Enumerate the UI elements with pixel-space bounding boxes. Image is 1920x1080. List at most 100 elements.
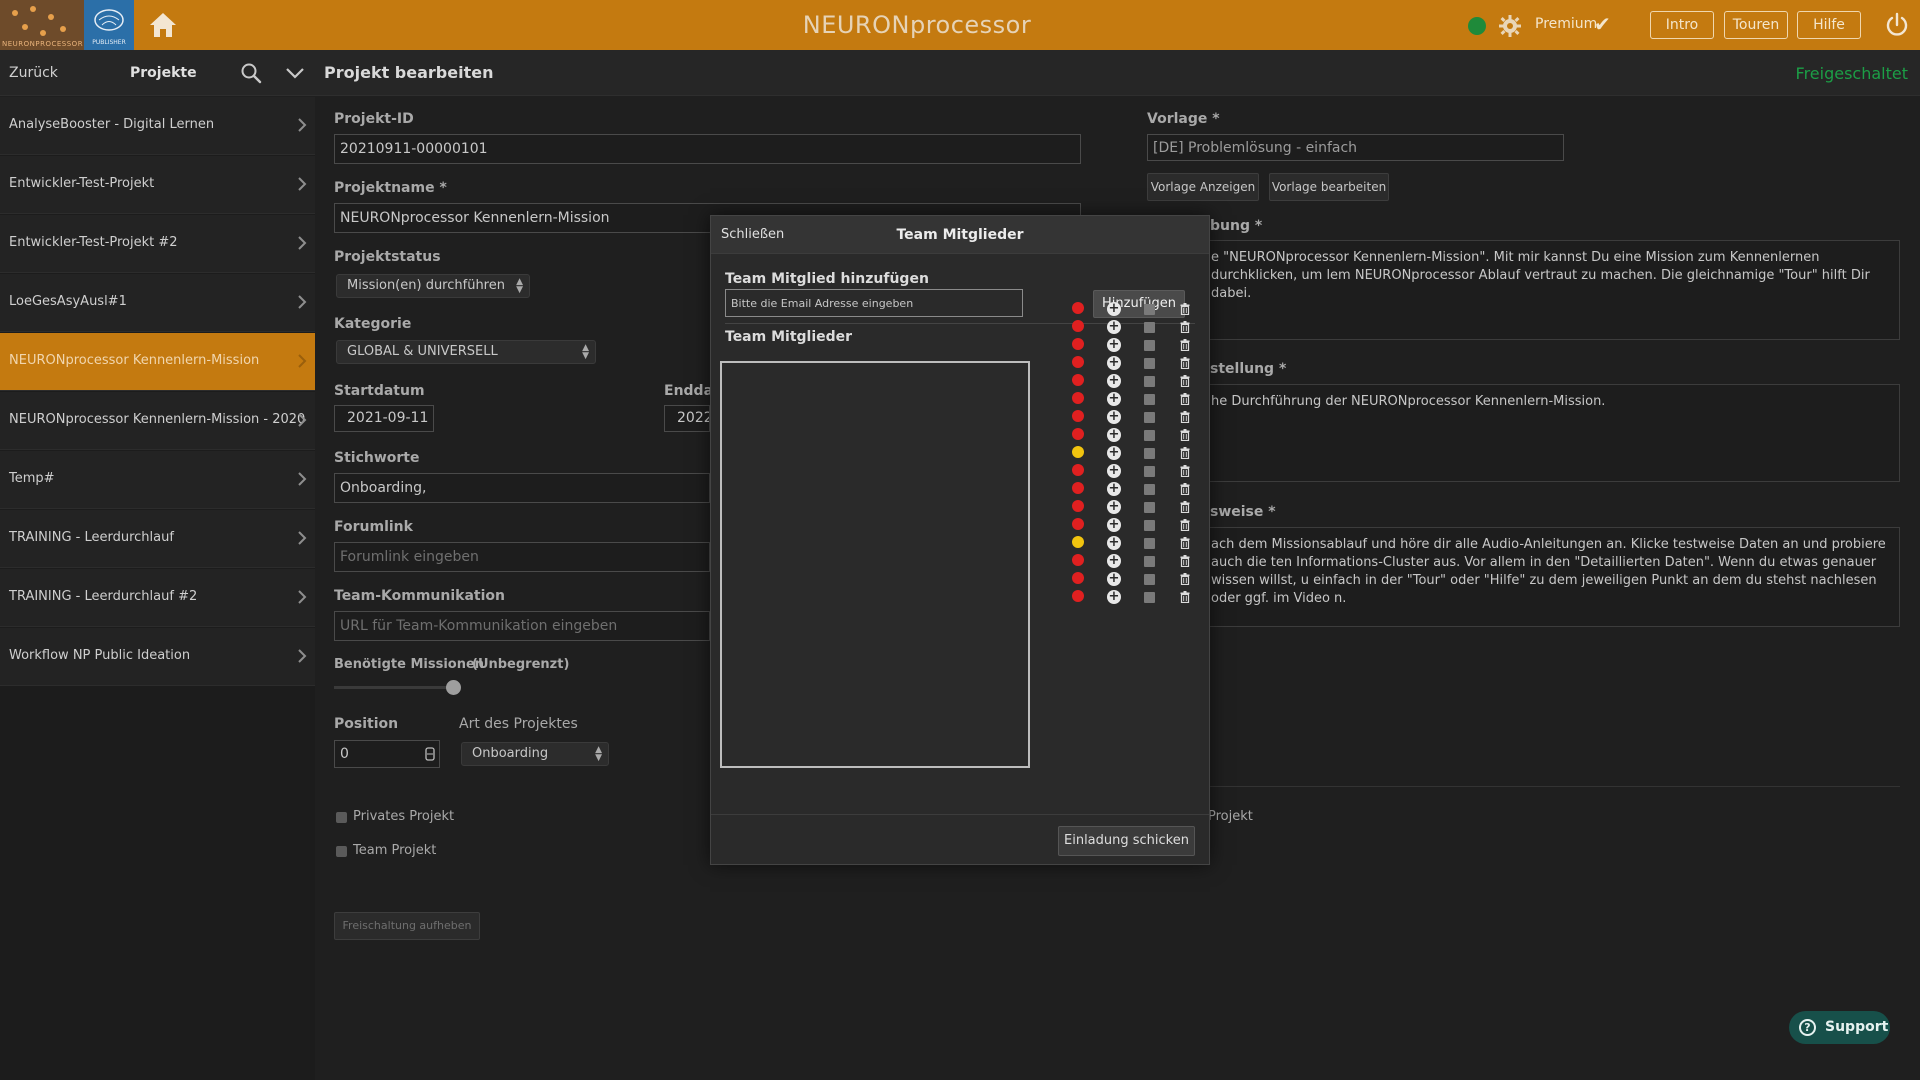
sidebar-item[interactable]: TRAINING - Leerdurchlauf <box>0 510 315 568</box>
keywords-input[interactable]: Onboarding, <box>334 473 710 503</box>
template-input[interactable]: [DE] Problemlösung - einfach <box>1147 134 1564 161</box>
trash-icon[interactable] <box>1180 447 1190 459</box>
team-project-checkbox[interactable] <box>336 846 347 857</box>
member-checkbox[interactable] <box>1144 448 1155 459</box>
add-circle-icon[interactable]: + <box>1107 536 1121 550</box>
back-link[interactable]: Zurück <box>9 65 58 81</box>
hints-textarea[interactable]: ach dem Missionsablauf und höre dir alle… <box>1200 527 1900 627</box>
trash-icon[interactable] <box>1180 591 1190 603</box>
member-checkbox[interactable] <box>1144 538 1155 549</box>
member-checkbox[interactable] <box>1144 322 1155 333</box>
sidebar-item[interactable]: TRAINING - Leerdurchlauf #2 <box>0 569 315 627</box>
add-circle-icon[interactable]: + <box>1107 500 1121 514</box>
trash-icon[interactable] <box>1180 393 1190 405</box>
add-circle-icon[interactable]: + <box>1107 554 1121 568</box>
trash-icon[interactable] <box>1180 339 1190 351</box>
member-checkbox[interactable] <box>1144 340 1155 351</box>
description-textarea[interactable]: e "NEURONprocessor Kennenlern-Mission". … <box>1200 240 1900 340</box>
add-circle-icon[interactable]: + <box>1107 374 1121 388</box>
trash-icon[interactable] <box>1180 519 1190 531</box>
add-circle-icon[interactable]: + <box>1107 356 1121 370</box>
trash-icon[interactable] <box>1180 483 1190 495</box>
chevron-down-icon[interactable] <box>284 64 306 82</box>
missions-slider-track[interactable] <box>334 686 454 689</box>
trash-icon[interactable] <box>1180 429 1190 441</box>
add-circle-icon[interactable]: + <box>1107 518 1121 532</box>
show-template-button[interactable]: Vorlage Anzeigen <box>1147 173 1259 201</box>
add-circle-icon[interactable]: + <box>1107 410 1121 424</box>
gear-icon[interactable] <box>1498 14 1522 38</box>
private-project-checkbox[interactable] <box>336 812 347 823</box>
sidebar-item-label: TRAINING - Leerdurchlauf #2 <box>9 589 198 604</box>
edit-template-button[interactable]: Vorlage bearbeiten <box>1269 173 1389 201</box>
category-select[interactable]: GLOBAL & UNIVERSELL ▲ ▼ <box>336 340 596 364</box>
project-type-select[interactable]: Onboarding ▲ ▼ <box>461 742 609 766</box>
support-button[interactable]: ? Support <box>1789 1011 1890 1044</box>
unlock-revoke-button[interactable]: Freischaltung aufheben <box>334 912 480 940</box>
send-invitation-button[interactable]: Einladung schicken <box>1058 826 1195 856</box>
trash-icon[interactable] <box>1180 357 1190 369</box>
project-id-input[interactable]: 20210911-00000101 <box>334 134 1081 164</box>
member-checkbox[interactable] <box>1144 466 1155 477</box>
project-status-value: Mission(en) durchführen <box>347 278 505 293</box>
trash-icon[interactable] <box>1180 375 1190 387</box>
start-date-input[interactable]: 2021-09-11 <box>334 405 434 432</box>
touren-button[interactable]: Touren <box>1724 11 1788 39</box>
task-textarea[interactable]: he Durchführung der NEURONprocessor Kenn… <box>1200 384 1900 482</box>
sidebar-item-label: Entwickler-Test-Projekt <box>9 176 155 191</box>
member-status-dot <box>1072 338 1084 350</box>
sidebar-item[interactable]: LoeGesAsyAusl#1 <box>0 274 315 332</box>
member-checkbox[interactable] <box>1144 574 1155 585</box>
stepper-icon[interactable] <box>425 747 435 761</box>
add-circle-icon[interactable]: + <box>1107 590 1121 604</box>
add-circle-icon[interactable]: + <box>1107 482 1121 496</box>
member-checkbox[interactable] <box>1144 592 1155 603</box>
trash-icon[interactable] <box>1180 501 1190 513</box>
intro-button[interactable]: Intro <box>1650 11 1714 39</box>
member-checkbox[interactable] <box>1144 358 1155 369</box>
sidebar-item[interactable]: Entwickler-Test-Projekt #2 <box>0 215 315 273</box>
member-checkbox[interactable] <box>1144 376 1155 387</box>
add-circle-icon[interactable]: + <box>1107 464 1121 478</box>
premium-label: Premium <box>1535 16 1598 32</box>
member-checkbox[interactable] <box>1144 484 1155 495</box>
sidebar-item[interactable]: NEURONprocessor Kennenlern-Mission - 202… <box>0 392 315 450</box>
sidebar-item[interactable]: Entwickler-Test-Projekt <box>0 156 315 214</box>
missions-slider-handle[interactable] <box>446 680 461 695</box>
trash-icon[interactable] <box>1180 321 1190 333</box>
trash-icon[interactable] <box>1180 303 1190 315</box>
forumlink-input[interactable]: Forumlink eingeben <box>334 542 710 572</box>
chevron-right-icon <box>298 177 307 191</box>
sidebar-item[interactable]: Temp# <box>0 451 315 509</box>
member-checkbox[interactable] <box>1144 520 1155 531</box>
trash-icon[interactable] <box>1180 555 1190 567</box>
add-circle-icon[interactable]: + <box>1107 302 1121 316</box>
sidebar-item-label: AnalyseBooster - Digital Lernen <box>9 117 215 132</box>
add-circle-icon[interactable]: + <box>1107 392 1121 406</box>
add-circle-icon[interactable]: + <box>1107 446 1121 460</box>
end-date-input[interactable]: 2022 <box>664 405 710 432</box>
power-icon[interactable] <box>1884 12 1910 38</box>
add-circle-icon[interactable]: + <box>1107 572 1121 586</box>
search-icon[interactable] <box>240 62 262 84</box>
member-checkbox[interactable] <box>1144 304 1155 315</box>
project-status-select[interactable]: Mission(en) durchführen ▲ ▼ <box>336 274 530 298</box>
trash-icon[interactable] <box>1180 465 1190 477</box>
member-checkbox[interactable] <box>1144 394 1155 405</box>
add-circle-icon[interactable]: + <box>1107 320 1121 334</box>
member-checkbox[interactable] <box>1144 412 1155 423</box>
member-checkbox[interactable] <box>1144 430 1155 441</box>
member-checkbox[interactable] <box>1144 556 1155 567</box>
add-circle-icon[interactable]: + <box>1107 428 1121 442</box>
trash-icon[interactable] <box>1180 411 1190 423</box>
team-communication-input[interactable]: URL für Team-Kommunikation eingeben <box>334 611 710 641</box>
add-circle-icon[interactable]: + <box>1107 338 1121 352</box>
trash-icon[interactable] <box>1180 537 1190 549</box>
member-checkbox[interactable] <box>1144 502 1155 513</box>
team-communication-label: Team-Kommunikation <box>334 588 505 604</box>
sidebar-item[interactable]: Workflow NP Public Ideation <box>0 628 315 686</box>
sidebar-item-active[interactable]: NEURONprocessor Kennenlern-Mission <box>0 333 315 391</box>
sidebar-item[interactable]: AnalyseBooster - Digital Lernen <box>0 97 315 155</box>
trash-icon[interactable] <box>1180 573 1190 585</box>
hilfe-button[interactable]: Hilfe <box>1797 11 1861 39</box>
